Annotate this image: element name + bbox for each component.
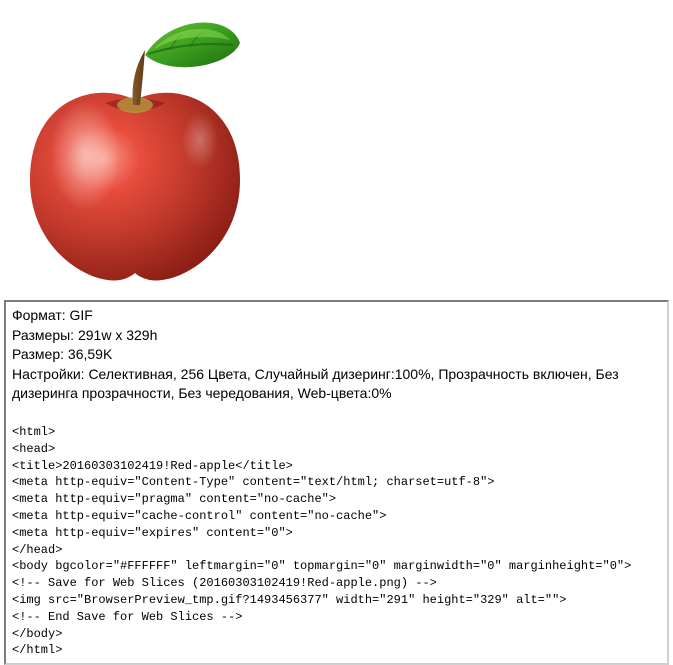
format-line: Формат: GIF: [12, 306, 661, 326]
format-label: Формат:: [12, 307, 66, 323]
filesize-value: 36,59K: [68, 346, 112, 362]
dimensions-label: Размеры:: [12, 327, 74, 343]
format-value: GIF: [70, 307, 93, 323]
image-preview-area: [0, 0, 673, 295]
settings-value: Селективная, 256 Цвета, Случайный дизери…: [12, 366, 619, 402]
settings-label: Настройки:: [12, 366, 85, 382]
filesize-label: Размер:: [12, 346, 64, 362]
info-panel: Формат: GIF Размеры: 291w x 329h Размер:…: [4, 300, 669, 665]
apple-image: [5, 5, 265, 285]
dimensions-value: 291w x 329h: [78, 327, 157, 343]
filesize-line: Размер: 36,59K: [12, 345, 661, 365]
settings-line: Настройки: Селективная, 256 Цвета, Случа…: [12, 365, 661, 404]
dimensions-line: Размеры: 291w x 329h: [12, 326, 661, 346]
html-source-code: <html> <head> <title>20160303102419!Red-…: [12, 424, 661, 659]
